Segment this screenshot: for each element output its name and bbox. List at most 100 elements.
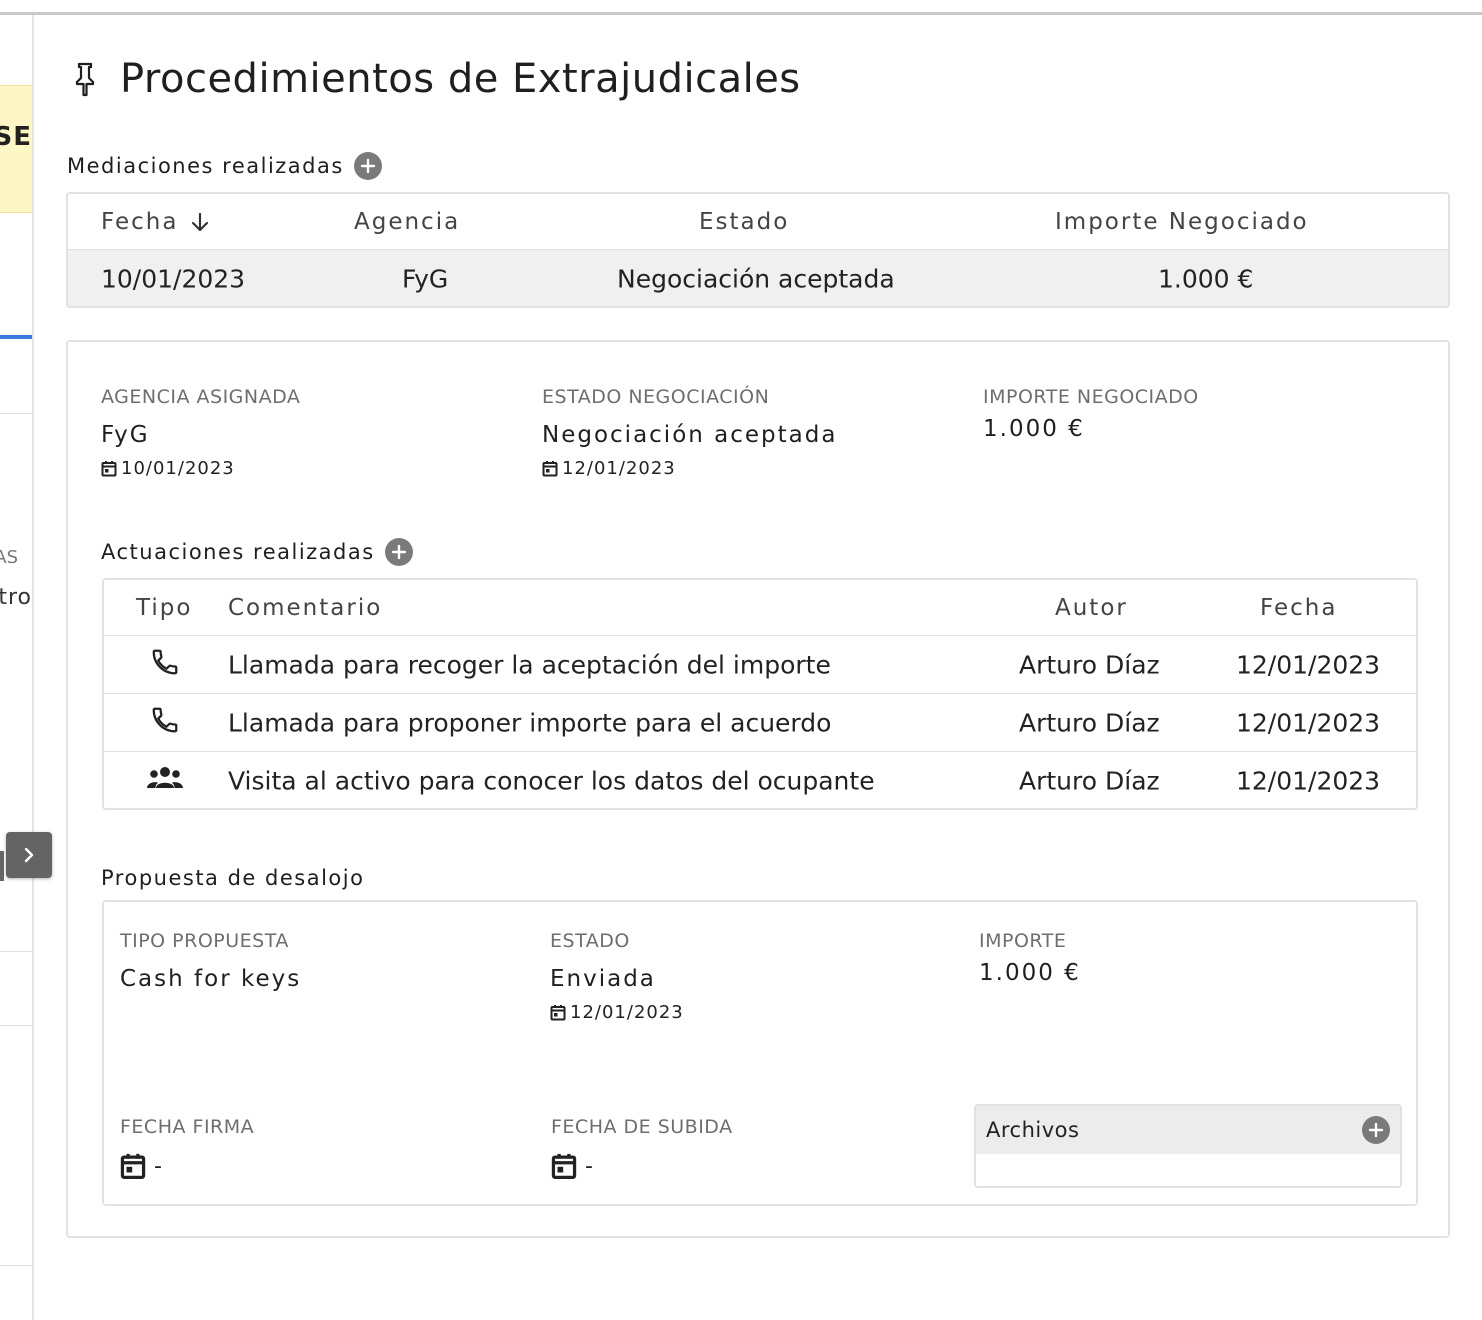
fecha-subida-field[interactable]: - [551, 1152, 593, 1180]
rail-text: tro [0, 585, 32, 610]
page-title: Procedimientos de Extrajudicales [120, 56, 801, 102]
estado-negociacion-date-text: 12/01/2023 [562, 458, 676, 479]
agencia-value: FyG [101, 422, 150, 448]
column-header-estado[interactable]: Estado [699, 209, 789, 235]
page-header: Procedimientos de Extrajudicales [70, 56, 801, 102]
autor-cell: Arturo Díaz [1019, 650, 1160, 679]
add-actuacion-button[interactable] [384, 538, 413, 566]
agencia-date-text: 10/01/2023 [121, 458, 235, 479]
agencia-label: AGENCIA ASIGNADA [101, 386, 301, 408]
plus-icon [1368, 1122, 1384, 1138]
calendar-icon[interactable] [120, 1152, 146, 1180]
fecha-subida-value: - [585, 1153, 593, 1179]
propuesta-estado-value: Enviada [550, 966, 656, 992]
actuaciones-label: Actuaciones realizadas [101, 540, 375, 564]
actuaciones-section-header: Actuaciones realizadas [101, 538, 413, 566]
fecha-cell: 12/01/2023 [1236, 650, 1381, 679]
column-header-fecha[interactable]: Fecha [101, 209, 210, 235]
column-header-fecha[interactable]: Fecha [1260, 595, 1337, 621]
comentario-cell: Llamada para proponer importe para el ac… [228, 708, 832, 737]
mediacion-detail-card: AGENCIA ASIGNADA FyG 10/01/2023 ESTADO N… [66, 340, 1450, 1238]
table-header: Fecha Agencia Estado Importe Negociado [68, 194, 1448, 250]
add-mediacion-button[interactable] [353, 152, 382, 180]
phone-icon [152, 707, 178, 732]
calendar-icon [550, 1005, 566, 1021]
left-panel-collapsed: SE AS tro [0, 15, 34, 1320]
propuesta-section-header: Propuesta de desalojo [101, 866, 364, 890]
rail-divider [0, 413, 32, 414]
mediaciones-label: Mediaciones realizadas [67, 154, 344, 178]
table-row[interactable]: Llamada para recoger la aceptación del i… [104, 636, 1416, 694]
comentario-cell: Visita al activo para conocer los datos … [228, 766, 875, 796]
column-header-autor[interactable]: Autor [1055, 595, 1128, 621]
tipo-propuesta-value: Cash for keys [120, 966, 302, 992]
cell-fecha: 10/01/2023 [101, 264, 246, 294]
propuesta-label: Propuesta de desalojo [101, 866, 365, 890]
phone-icon [152, 649, 178, 674]
calendar-icon [542, 461, 558, 477]
cell-importe: 1.000 € [1158, 264, 1254, 294]
propuesta-estado-date-text: 12/01/2023 [570, 1002, 684, 1023]
rail-label: AS [0, 547, 18, 568]
mediaciones-section-header: Mediaciones realizadas [67, 152, 382, 180]
propuesta-estado-date: 12/01/2023 [550, 1002, 684, 1023]
arrow-down-icon[interactable] [190, 211, 210, 233]
archivos-panel: Archivos [974, 1104, 1402, 1188]
fecha-firma-field[interactable]: - [120, 1152, 162, 1180]
rail-active-tab-indicator [0, 335, 32, 339]
rail-badge-text: SE [0, 122, 32, 152]
calendar-icon[interactable] [551, 1152, 577, 1180]
calendar-icon [101, 461, 117, 477]
archivos-label: Archivos [986, 1118, 1080, 1142]
rail-marker [0, 851, 4, 881]
tipo-cell [146, 765, 184, 797]
add-archivo-button[interactable] [1362, 1116, 1390, 1144]
importe-negociado-label: IMPORTE NEGOCIADO [983, 386, 1199, 408]
autor-cell: Arturo Díaz [1019, 766, 1160, 796]
propuesta-estado-label: ESTADO [550, 930, 630, 952]
actuaciones-table: Tipo Comentario Autor Fecha Llamada para… [102, 578, 1418, 810]
column-header-tipo[interactable]: Tipo [136, 595, 192, 621]
chevron-right-icon [24, 847, 34, 863]
rail-divider [0, 951, 32, 952]
table-row[interactable]: Visita al activo para conocer los datos … [104, 752, 1416, 808]
column-header-agencia[interactable]: Agencia [354, 209, 460, 235]
tipo-propuesta-label: TIPO PROPUESTA [120, 930, 289, 952]
estado-negociacion-value: Negociación aceptada [542, 422, 838, 448]
table-row[interactable]: 10/01/2023 FyG Negociación aceptada 1.00… [68, 250, 1448, 306]
rail-divider [0, 1025, 32, 1026]
propuesta-importe-label: IMPORTE [979, 930, 1067, 952]
agencia-date: 10/01/2023 [101, 458, 235, 479]
estado-negociacion-label: ESTADO NEGOCIACIÓN [542, 386, 770, 408]
importe-negociado-value: 1.000 € [983, 416, 1085, 442]
cell-estado: Negociación aceptada [617, 264, 895, 294]
estado-negociacion-date: 12/01/2023 [542, 458, 676, 479]
fecha-firma-value: - [154, 1153, 162, 1179]
cell-agencia: FyG [402, 264, 449, 294]
group-icon [147, 767, 183, 788]
column-header-comentario[interactable]: Comentario [228, 595, 382, 621]
plus-icon [391, 544, 406, 560]
archivos-header: Archivos [976, 1106, 1400, 1154]
rail-divider [0, 1265, 32, 1266]
tipo-cell [150, 705, 180, 741]
table-header: Tipo Comentario Autor Fecha [104, 580, 1416, 636]
fecha-cell: 12/01/2023 [1236, 766, 1381, 796]
autor-cell: Arturo Díaz [1019, 708, 1160, 737]
propuesta-box: TIPO PROPUESTA Cash for keys ESTADO Envi… [102, 900, 1418, 1206]
column-header-importe[interactable]: Importe Negociado [1055, 209, 1309, 235]
column-header-label: Fecha [101, 208, 179, 235]
pin-icon[interactable] [70, 61, 100, 97]
mediaciones-table: Fecha Agencia Estado Importe Negociado 1… [66, 192, 1450, 308]
rail-highlight-card[interactable]: SE [0, 85, 32, 213]
fecha-subida-label: FECHA DE SUBIDA [551, 1116, 733, 1138]
plus-icon [360, 158, 376, 174]
fecha-firma-label: FECHA FIRMA [120, 1116, 255, 1138]
expand-panel-button[interactable] [6, 832, 52, 878]
top-divider [0, 12, 1482, 15]
propuesta-importe-value: 1.000 € [979, 960, 1081, 986]
tipo-cell [150, 647, 180, 683]
fecha-cell: 12/01/2023 [1236, 708, 1381, 737]
comentario-cell: Llamada para recoger la aceptación del i… [228, 650, 831, 679]
table-row[interactable]: Llamada para proponer importe para el ac… [104, 694, 1416, 752]
